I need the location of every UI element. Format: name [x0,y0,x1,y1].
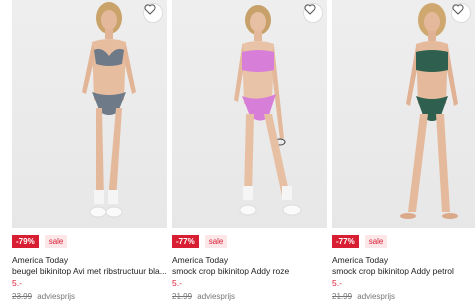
wishlist-heart-icon[interactable] [303,3,323,23]
product-photo[interactable] [172,0,327,228]
old-price-value: 21.99 [332,292,353,301]
product-photo[interactable] [332,0,475,228]
old-price-label: adviesprijs [197,292,236,301]
sale-badge: sale [44,235,68,248]
discount-badge: -77% [332,235,359,248]
product-title[interactable]: smock crop bikinitop Addy petrol [332,266,475,276]
old-price: 21.99 adviesprijs [332,292,395,301]
product-card[interactable]: -77% sale America Today smock crop bikin… [172,0,327,306]
old-price-label: adviesprijs [357,292,396,301]
product-price: 5.- [172,278,182,288]
old-price-label: adviesprijs [37,292,76,301]
old-price-value: 21.99 [172,292,193,301]
wishlist-heart-icon[interactable] [143,3,163,23]
discount-badge: -77% [172,235,199,248]
product-card[interactable]: -77% sale America Today smock crop bikin… [332,0,475,306]
old-price: 21.99 adviesprijs [172,292,235,301]
discount-badge: -79% [12,235,39,248]
product-photo[interactable] [12,0,167,228]
product-card[interactable]: -79% sale America Today beugel bikinitop… [12,0,167,306]
sale-badge: sale [204,235,228,248]
product-title[interactable]: beugel bikinitop Avi met ribstructuur bl… [12,266,167,276]
product-price: 5.- [12,278,22,288]
sale-badge: sale [364,235,388,248]
badge-row: -79% sale [12,235,68,248]
old-price: 23.99 adviesprijs [12,292,75,301]
old-price-value: 23.99 [12,292,33,301]
product-brand: America Today [172,255,229,265]
product-title[interactable]: smock crop bikinitop Addy roze [172,266,327,276]
badge-row: -77% sale [172,235,228,248]
badge-row: -77% sale [332,235,388,248]
product-price: 5.- [332,278,342,288]
wishlist-heart-icon[interactable] [451,3,471,23]
product-grid: -79% sale America Today beugel bikinitop… [0,0,475,306]
product-brand: America Today [12,255,69,265]
product-brand: America Today [332,255,389,265]
